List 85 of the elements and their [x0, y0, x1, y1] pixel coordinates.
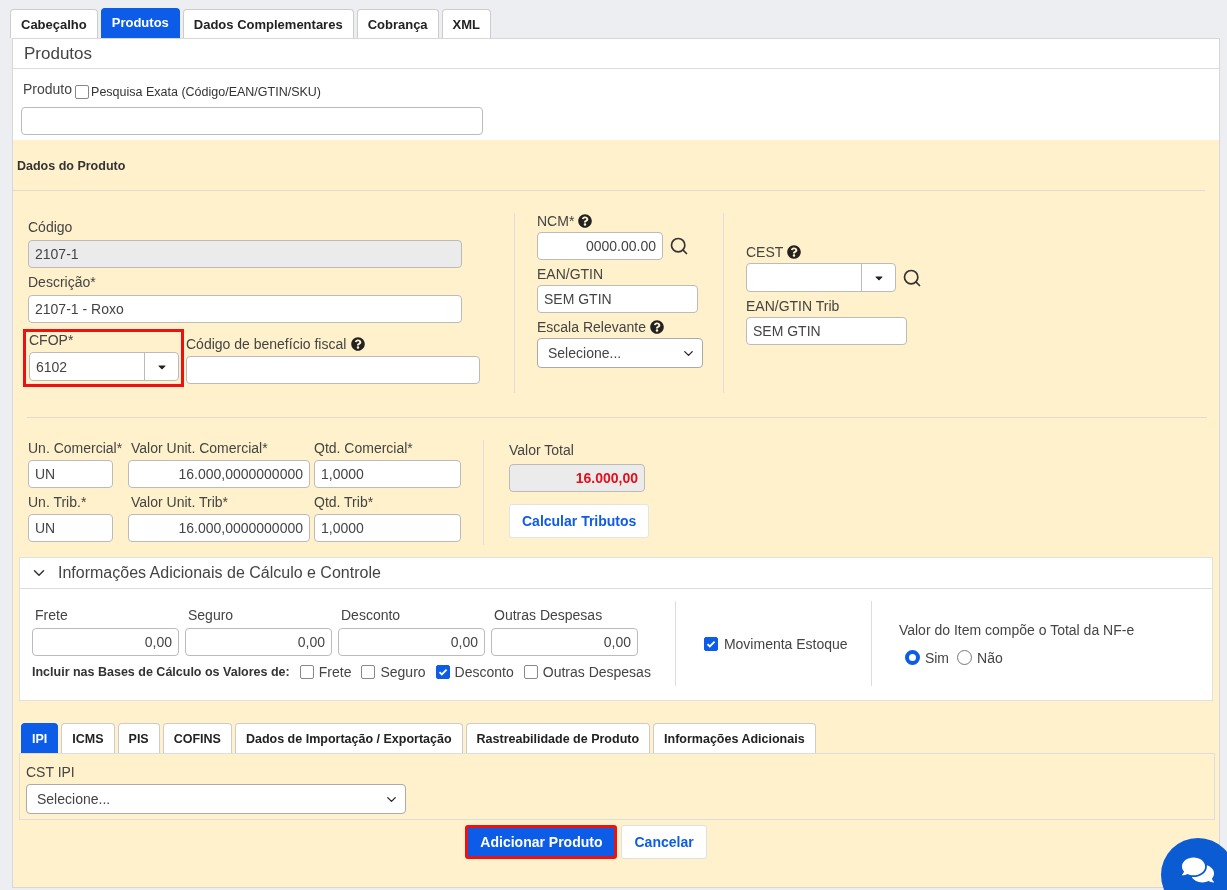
field-label: Movimenta Estoque: [723, 635, 848, 652]
field-label: Incluir nas Bases de Cálculo os Valores de:: [32, 665, 290, 679]
tab[interactable]: Cobrança: [356, 9, 439, 38]
input-field[interactable]: UN: [28, 514, 113, 542]
tab[interactable]: Produtos: [100, 8, 180, 38]
tab[interactable]: PIS: [117, 723, 160, 753]
field-label: EAN/GTIN Trib: [746, 298, 841, 314]
input-field[interactable]: SEM GTIN: [746, 317, 907, 345]
checkbox[interactable]: [299, 665, 314, 679]
tab[interactable]: ICMS: [61, 723, 115, 753]
field-label: EAN/GTIN: [537, 266, 605, 282]
dropdown-field[interactable]: [746, 263, 896, 292]
input-field[interactable]: 1,0000: [314, 514, 461, 542]
tab[interactable]: Informações Adicionais: [653, 723, 816, 753]
checkbox-label: Pesquisa Exata (Código/EAN/GTIN/SKU): [91, 85, 321, 99]
radio-button[interactable]: [904, 650, 920, 665]
tab[interactable]: IPI: [21, 723, 59, 753]
tab[interactable]: Rastreabilidade de Produto: [465, 723, 651, 753]
calculate-button[interactable]: Calcular Tributos: [509, 504, 650, 538]
tab[interactable]: COFINS: [162, 723, 232, 753]
field-label: CEST: [746, 244, 784, 260]
action-button[interactable]: Cancelar: [621, 825, 707, 859]
card-title[interactable]: Informações Adicionais de Cálculo e Controle: [58, 564, 381, 582]
input-field[interactable]: 0,00: [491, 628, 638, 656]
checkbox[interactable]: [75, 85, 90, 99]
select-field[interactable]: Selecione...: [26, 784, 406, 814]
field-label: Valor do Item compõe o Total da NF-e: [898, 621, 1135, 638]
tab[interactable]: Dados Complementares: [182, 9, 354, 38]
field-label: CFOP*: [29, 332, 75, 348]
field-label: Escala Relevante: [537, 319, 646, 335]
field-label: NCM*: [537, 213, 575, 229]
tab[interactable]: Cabeçalho: [10, 9, 98, 38]
checkbox[interactable]: [361, 665, 376, 679]
field-label: Qtd. Trib*: [314, 494, 375, 510]
radio-button[interactable]: [957, 650, 973, 665]
checkbox[interactable]: [703, 636, 718, 651]
field-label: Valor Total: [509, 442, 575, 458]
dropdown-field[interactable]: 6102: [29, 352, 179, 381]
field-label: Outras Despesas: [542, 664, 651, 680]
input-field[interactable]: 2107-1 - Roxo: [28, 295, 462, 323]
input-field[interactable]: 16.000,00: [509, 464, 645, 492]
input-field[interactable]: 0,00: [185, 628, 332, 656]
input-field[interactable]: [21, 107, 483, 135]
tab[interactable]: Dados de Importação / Exportação: [234, 723, 463, 753]
field-label: Outras Despesas: [494, 607, 603, 623]
input-field[interactable]: 0,00: [338, 628, 485, 656]
field-label: Código: [28, 219, 74, 235]
checkbox[interactable]: [523, 665, 538, 679]
field-label: Un. Comercial*: [28, 440, 124, 456]
input-field[interactable]: SEM GTIN: [537, 285, 698, 313]
field-label: Produto: [23, 81, 73, 97]
field-label: Frete: [318, 664, 352, 680]
input-field[interactable]: [186, 356, 480, 384]
field-label: Não: [977, 649, 1003, 666]
search-icon[interactable]: [902, 267, 922, 288]
field-label: Frete: [35, 607, 68, 623]
field-label: Código de benefício fiscal: [186, 336, 347, 352]
input-field[interactable]: 0,00: [32, 628, 179, 656]
input-field[interactable]: 16.000,0000000000: [128, 460, 310, 488]
field-label: CST IPI: [26, 764, 76, 780]
select-field[interactable]: Selecione...: [537, 338, 703, 368]
field-label: Un. Trib.*: [28, 494, 88, 510]
field-label: Valor Unit. Trib*: [131, 494, 228, 510]
input-field[interactable]: 0000.00.00: [537, 232, 663, 260]
panel-title: Produtos: [13, 39, 1219, 69]
input-field[interactable]: UN: [28, 460, 113, 488]
field-label: Desconto: [454, 664, 514, 680]
action-button[interactable]: Adicionar Produto: [465, 825, 618, 859]
search-icon[interactable]: [669, 236, 689, 256]
field-label: Sim: [924, 649, 950, 666]
help-icon[interactable]: [787, 245, 802, 259]
tab[interactable]: XML: [441, 9, 492, 38]
field-label: Valor Unit. Comercial*: [131, 440, 268, 456]
field-label: Qtd. Comercial*: [314, 440, 414, 456]
help-icon[interactable]: [578, 214, 593, 228]
field-label: Seguro: [188, 607, 234, 623]
field-label: Descrição*: [28, 274, 97, 290]
help-icon[interactable]: [649, 320, 664, 334]
section-title: Dados do Produto: [13, 140, 1205, 191]
help-icon[interactable]: [351, 337, 366, 351]
field-label: Desconto: [341, 607, 401, 623]
input-field[interactable]: 1,0000: [314, 460, 461, 488]
input-field[interactable]: 16.000,0000000000: [128, 514, 310, 542]
checkbox[interactable]: [435, 665, 450, 679]
field-label: Seguro: [380, 664, 426, 680]
